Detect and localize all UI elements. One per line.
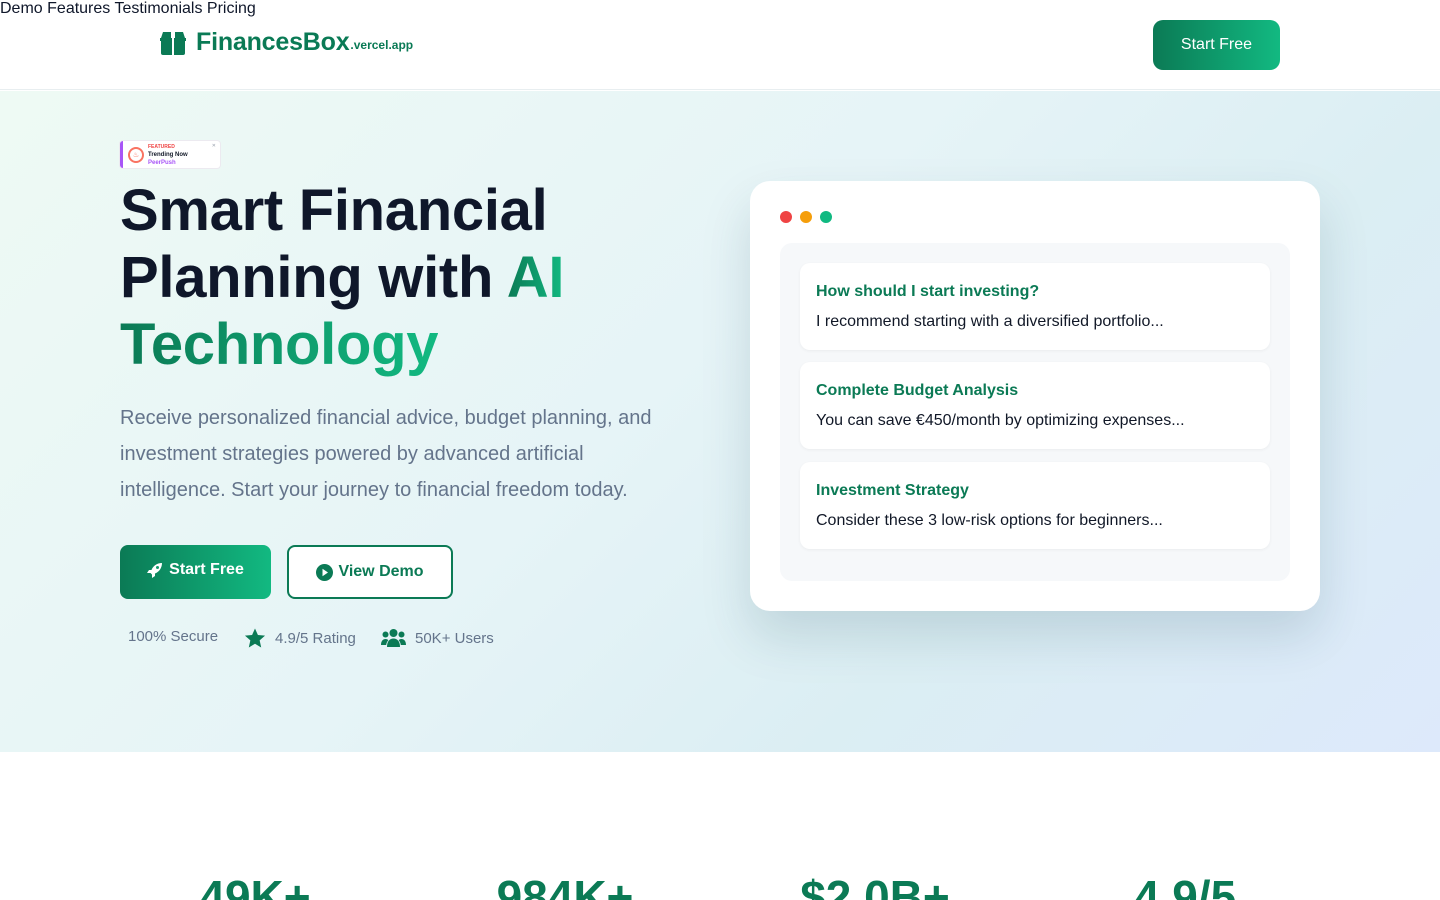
chat-card-title: Complete Budget Analysis bbox=[816, 382, 1019, 399]
stat-value: 984K+ bbox=[496, 871, 634, 900]
nav-pricing[interactable]: Pricing bbox=[207, 0, 256, 17]
hero-title-line1: Smart Financial bbox=[120, 178, 548, 243]
star-icon bbox=[244, 628, 266, 648]
chat-card-title: Investment Strategy bbox=[816, 482, 969, 499]
chat-card-title: How should I start investing? bbox=[816, 283, 1040, 300]
stat-value: $2.0B+ bbox=[800, 871, 950, 900]
trust-secure-label: 100% Secure bbox=[128, 628, 219, 645]
view-demo-button[interactable]: View Demo bbox=[287, 545, 453, 599]
ai-demo-window: How should I start investing? I recommen… bbox=[750, 181, 1320, 611]
stat-value: 49K+ bbox=[199, 871, 311, 900]
window-dot-yellow bbox=[800, 211, 812, 223]
badge-source-label: PeerPush bbox=[148, 159, 176, 166]
chat-card-budget: Complete Budget Analysis You can save €4… bbox=[800, 362, 1270, 449]
view-demo-label: View Demo bbox=[338, 563, 424, 580]
peerpush-badge[interactable]: ♨ FEATURED Trending Now PeerPush ✕ bbox=[120, 141, 220, 168]
hero-description: Receive personalized financial advice, b… bbox=[120, 407, 652, 501]
stats-section: 49K+ 984K+ $2.0B+ 4.9/5 bbox=[0, 752, 1440, 900]
chat-card-text: I recommend starting with a diversified … bbox=[816, 313, 1164, 330]
play-circle-icon bbox=[316, 563, 334, 581]
main-nav: Demo Features Testimonials Pricing bbox=[0, 0, 1440, 18]
nav-testimonials[interactable]: Testimonials bbox=[114, 0, 202, 17]
badge-flame-icon: ♨ bbox=[128, 146, 144, 163]
brand-name: FinancesBox bbox=[196, 28, 350, 56]
nav-demo[interactable]: Demo bbox=[0, 0, 43, 17]
badge-text: FEATURED Trending Now PeerPush bbox=[148, 143, 188, 167]
window-dot-red bbox=[780, 211, 792, 223]
hero-start-free-label: Start Free bbox=[169, 561, 244, 578]
trust-users: 50K+ Users bbox=[381, 628, 494, 648]
users-icon bbox=[381, 629, 406, 647]
nav-features[interactable]: Features bbox=[47, 0, 110, 17]
trust-secure: 100% Secure bbox=[128, 628, 218, 645]
badge-featured-label: FEATURED bbox=[148, 143, 175, 150]
brand-logo-link[interactable]: FinancesBox .vercel.app bbox=[160, 28, 413, 57]
hero-title-line2: Planning with bbox=[120, 245, 507, 310]
hero-start-free-button[interactable]: Start Free bbox=[120, 545, 271, 599]
hero-title-accent-technology: Technology bbox=[120, 312, 439, 377]
badge-trending-label: Trending Now bbox=[148, 151, 188, 158]
hero-title-accent-ai: AI bbox=[506, 245, 565, 310]
hero-title: Smart Financial Planning with AI Technol… bbox=[120, 177, 720, 378]
hero-section: ♨ FEATURED Trending Now PeerPush ✕ Smart… bbox=[0, 91, 1440, 752]
site-header: FinancesBox .vercel.app Demo Features Te… bbox=[0, 0, 1440, 90]
brand-domain: .vercel.app bbox=[350, 38, 414, 52]
box-icon bbox=[160, 31, 186, 55]
chat-card-strategy: Investment Strategy Consider these 3 low… bbox=[800, 462, 1270, 549]
trust-users-label: 50K+ Users bbox=[415, 629, 494, 647]
chat-card-text: You can save €450/month by optimizing ex… bbox=[816, 412, 1185, 429]
chat-area: How should I start investing? I recommen… bbox=[780, 243, 1290, 581]
window-dot-green bbox=[820, 211, 832, 223]
trust-rating: 4.9/5 Rating bbox=[244, 628, 356, 649]
stat-value: 4.9/5 bbox=[1133, 871, 1237, 900]
badge-close-icon[interactable]: ✕ bbox=[212, 143, 216, 149]
trust-rating-label: 4.9/5 Rating bbox=[275, 630, 356, 647]
badge-accent-bar bbox=[120, 141, 123, 168]
chat-card-investing: How should I start investing? I recommen… bbox=[800, 263, 1270, 350]
rocket-icon bbox=[147, 563, 163, 578]
header-start-free-button[interactable]: Start Free bbox=[1153, 20, 1280, 70]
chat-card-text: Consider these 3 low-risk options for be… bbox=[816, 512, 1163, 529]
